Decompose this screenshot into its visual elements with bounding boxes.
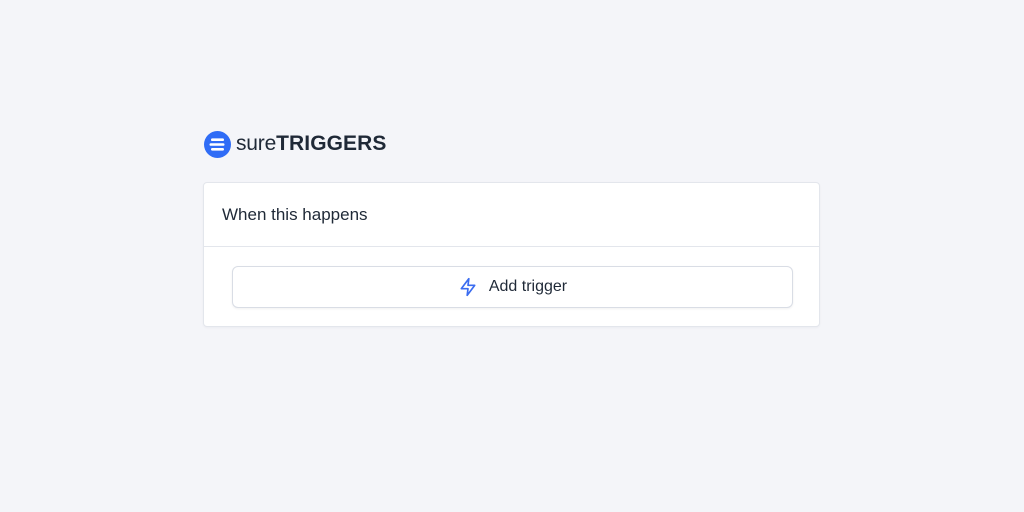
trigger-card-header: When this happens [204,183,819,247]
brand-logo: sureTRIGGERS [204,130,387,158]
brand-name-bold: TRIGGERS [276,132,387,155]
trigger-card-body: Add trigger [204,247,819,308]
page: sureTRIGGERS When this happens Add trigg… [0,0,1024,512]
add-trigger-label: Add trigger [488,278,568,295]
brand-name-light: sure [236,132,277,155]
trigger-card: When this happens Add trigger [203,182,820,327]
lightning-bolt-icon [460,277,476,297]
trigger-card-title: When this happens [222,204,368,224]
suretriggers-logo-icon [204,130,231,158]
add-trigger-button[interactable]: Add trigger [232,266,793,308]
brand-name: sureTRIGGERS [236,130,387,158]
